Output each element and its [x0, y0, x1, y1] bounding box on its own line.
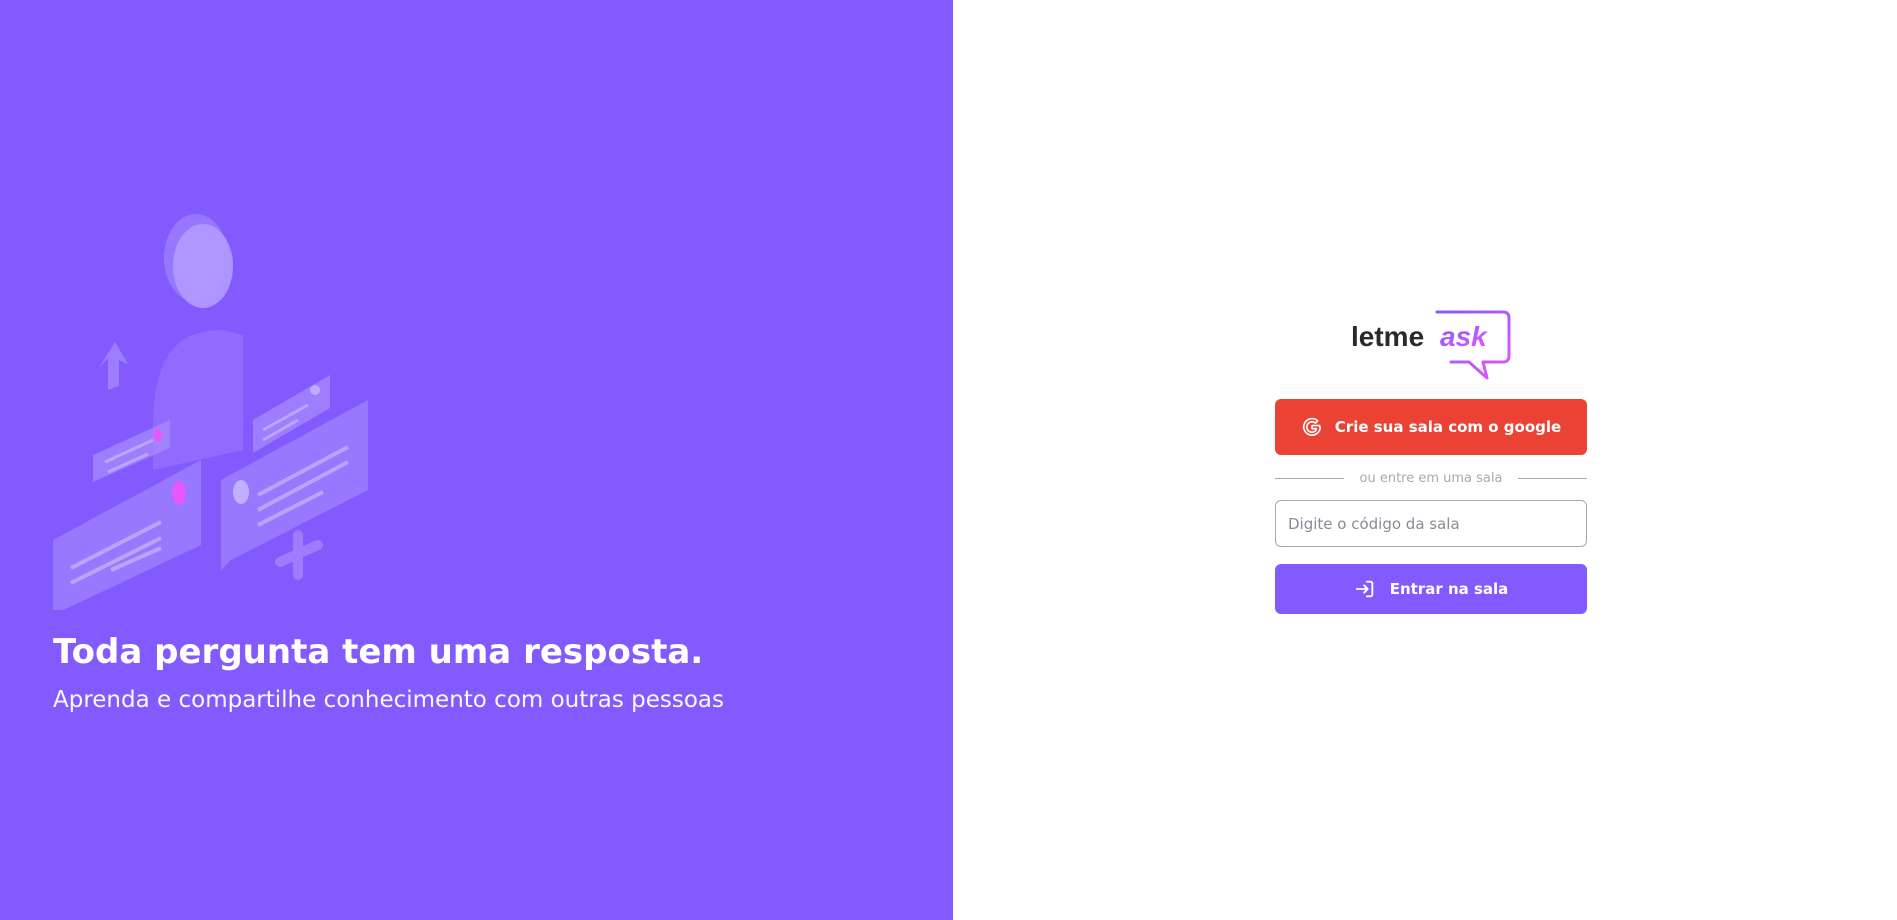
- create-room-google-button[interactable]: Crie sua sala com o google: [1275, 399, 1587, 455]
- login-icon: [1354, 578, 1376, 600]
- separator-text: ou entre em uma sala: [1359, 471, 1503, 486]
- separator-line-right: [1518, 478, 1587, 479]
- room-code-input[interactable]: [1275, 500, 1587, 547]
- logo-text-ask: ask: [1440, 321, 1488, 352]
- login-form: letme ask Crie sua sala com o google ou …: [1275, 308, 1587, 614]
- hero-subtitle: Aprenda e compartilhe conhecimento com o…: [53, 687, 724, 713]
- qa-illustration: [53, 214, 368, 610]
- page: Toda pergunta tem uma resposta. Aprenda …: [0, 0, 1897, 920]
- login-panel: letme ask Crie sua sala com o google ou …: [953, 0, 1897, 920]
- enter-room-label: Entrar na sala: [1389, 580, 1509, 598]
- logo-text-letme: letme: [1351, 321, 1424, 352]
- google-icon: [1301, 416, 1323, 438]
- hero-title: Toda pergunta tem uma resposta.: [53, 632, 704, 672]
- separator: ou entre em uma sala: [1275, 471, 1587, 486]
- hero-panel: Toda pergunta tem uma resposta. Aprenda …: [0, 0, 953, 920]
- separator-line-left: [1275, 478, 1344, 479]
- enter-room-button[interactable]: Entrar na sala: [1275, 564, 1587, 614]
- create-room-google-label: Crie sua sala com o google: [1334, 418, 1562, 436]
- letmeask-logo: letme ask: [1351, 310, 1511, 380]
